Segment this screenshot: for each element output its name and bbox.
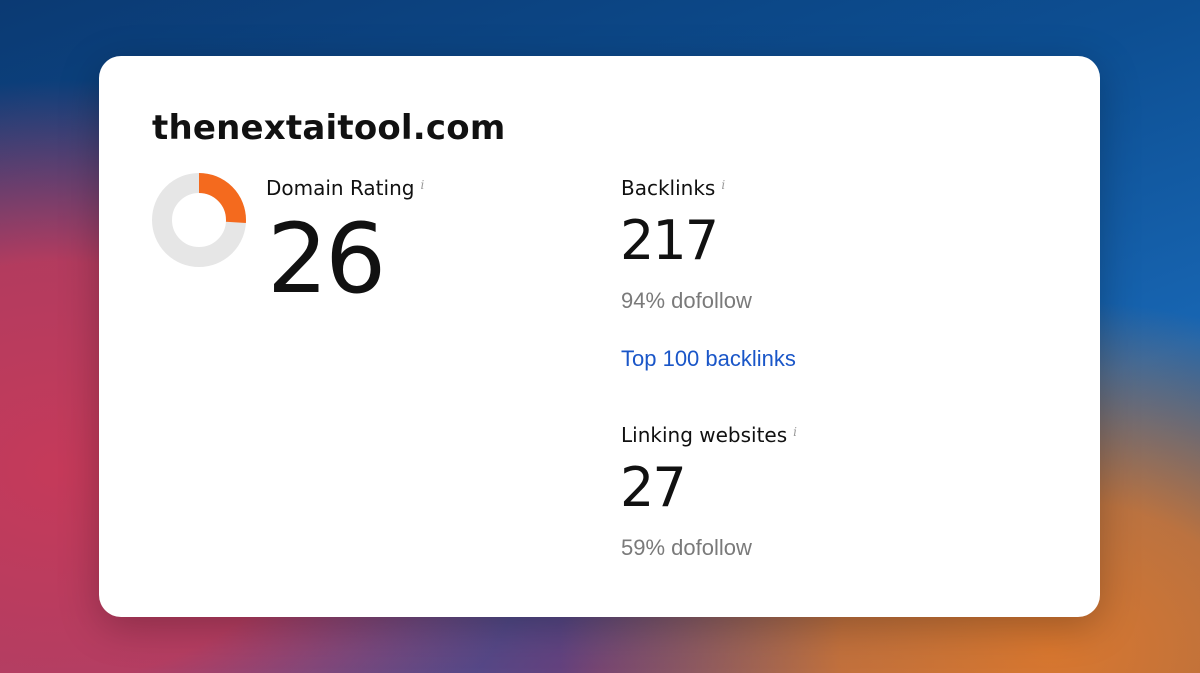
- linking-websites-value: 27: [620, 456, 687, 519]
- domain-rating-gauge: [152, 173, 246, 267]
- top-100-backlinks-link[interactable]: Top 100 backlinks: [621, 346, 796, 372]
- domain-title: thenextaitool.com: [152, 108, 506, 148]
- linking-websites-label-text: Linking websites: [621, 423, 788, 447]
- linking-websites-dofollow: 59% dofollow: [621, 535, 752, 560]
- domain-rating-label: Domain Rating i: [266, 176, 424, 200]
- domain-rating-label-text: Domain Rating: [266, 176, 415, 200]
- domain-rating-value: 26: [267, 203, 386, 315]
- seo-stats-card: thenextaitool.com Domain Rating i 26 Back…: [99, 56, 1100, 617]
- info-icon[interactable]: i: [793, 425, 797, 439]
- backlinks-dofollow: 94% dofollow: [621, 288, 752, 313]
- backlinks-label: Backlinks i: [621, 176, 725, 200]
- backlinks-value: 217: [620, 209, 719, 272]
- info-icon[interactable]: i: [420, 178, 424, 192]
- linking-websites-label: Linking websites i: [621, 423, 797, 447]
- info-icon[interactable]: i: [721, 178, 725, 192]
- backlinks-label-text: Backlinks: [621, 176, 716, 200]
